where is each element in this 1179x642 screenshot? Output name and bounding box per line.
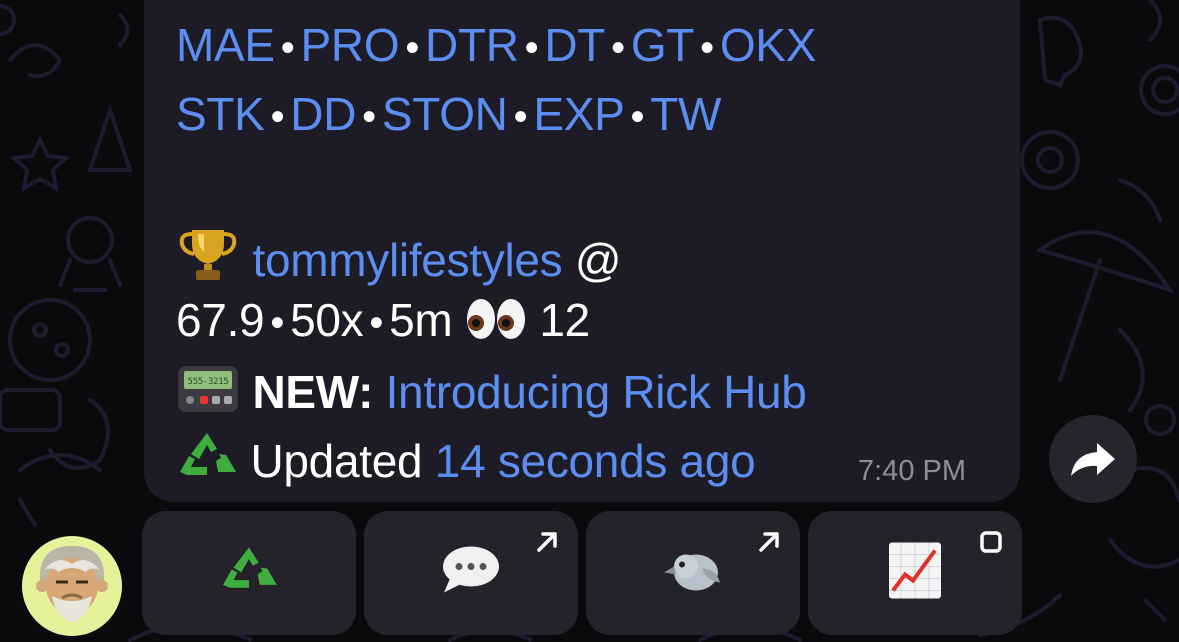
share-button[interactable] <box>1049 415 1137 503</box>
news-link[interactable]: Introducing Rick Hub <box>386 366 807 418</box>
exchange-link-ston[interactable]: STON <box>382 88 508 140</box>
views-count: 12 <box>539 294 590 346</box>
refresh-button[interactable] <box>142 511 356 635</box>
stat-interval: 5m <box>389 294 453 346</box>
speech-bubble-icon <box>440 545 502 602</box>
separator: • <box>524 26 539 70</box>
stats-line: 67.9 • 50x • 5m 12 <box>176 296 590 349</box>
news-prefix: NEW: <box>252 366 374 418</box>
exchange-link-stk[interactable]: STK <box>176 88 265 140</box>
separator: • <box>630 95 645 139</box>
twitter-button[interactable] <box>586 511 800 635</box>
updated-line: Updated 14 seconds ago <box>176 431 756 490</box>
stat-value: 67.9 <box>176 294 265 346</box>
separator: • <box>270 301 285 345</box>
message-timestamp: 7:40 PM <box>858 455 966 487</box>
arrow-up-right-icon <box>534 529 560 560</box>
bird-icon <box>662 545 724 602</box>
separator: • <box>280 26 295 70</box>
exchange-link-dd[interactable]: DD <box>290 88 356 140</box>
separator: • <box>513 95 528 139</box>
separator: • <box>405 26 420 70</box>
pager-icon: 555-3215 <box>176 364 240 421</box>
username-link[interactable]: tommylifestyles <box>252 234 562 286</box>
recycle-icon <box>176 431 238 490</box>
chart-button[interactable] <box>808 511 1022 635</box>
exchange-link-gt[interactable]: GT <box>631 19 695 71</box>
separator: • <box>611 26 625 70</box>
exchange-link-dt[interactable]: DT <box>544 19 605 71</box>
avatar[interactable] <box>22 536 122 636</box>
news-line: 555-3215 NEW: Introducing Rick Hub <box>176 364 807 421</box>
separator: • <box>700 26 714 70</box>
updated-time-link[interactable]: 14 seconds ago <box>435 435 756 487</box>
arrow-up-right-icon <box>756 529 782 560</box>
separator: • <box>362 95 376 139</box>
comments-button[interactable] <box>364 511 578 635</box>
exchange-link-okx[interactable]: OKX <box>720 19 817 71</box>
exchange-link-exp[interactable]: EXP <box>533 88 624 140</box>
separator: • <box>369 301 384 345</box>
separator: • <box>270 95 285 139</box>
svg-text:555-3215: 555-3215 <box>188 377 229 387</box>
eyes-icon <box>465 296 527 349</box>
exchange-link-pro[interactable]: PRO <box>301 19 400 71</box>
exchange-link-dtr[interactable]: DTR <box>425 19 519 71</box>
stat-multiplier: 50x <box>290 294 364 346</box>
exchange-link-tw[interactable]: TW <box>650 88 721 140</box>
exchange-links-row-2: STK • DD • STON • EXP • TW <box>176 91 721 137</box>
updated-prefix: Updated <box>250 435 423 487</box>
trophy-icon <box>176 226 240 289</box>
exchange-links-row-1: MAE • PRO • DTR • DT • GT • OKX <box>176 22 816 68</box>
recycle-icon <box>219 546 279 601</box>
bot-avatar-icon <box>36 546 108 622</box>
caller-line: tommylifestyles @ <box>176 226 622 289</box>
chart-increasing-icon <box>887 541 943 606</box>
square-icon <box>978 529 1004 560</box>
username-suffix: @ <box>574 234 622 286</box>
share-arrow-icon <box>1071 443 1115 476</box>
exchange-link-mae[interactable]: MAE <box>176 19 275 71</box>
